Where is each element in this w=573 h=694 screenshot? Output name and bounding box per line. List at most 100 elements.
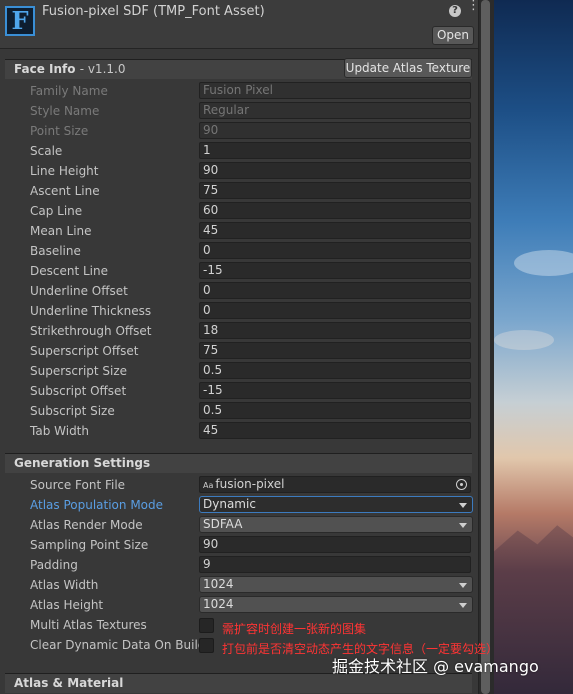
asset-title: Fusion-pixel SDF (TMP_Font Asset) [42,4,265,19]
clear-dynamic-data-checkbox[interactable] [199,638,214,653]
object-picker-icon[interactable] [456,479,467,490]
property-row-superscript-size: Superscript Size 0.5 [0,361,478,381]
property-row-cap-line: Cap Line 60 [0,201,478,221]
source-font-file-field[interactable]: Aa fusion-pixel [199,476,471,493]
property-row-subscript-size: Subscript Size 0.5 [0,401,478,421]
chevron-down-icon [459,603,467,608]
property-row-sampling-point-size: Sampling Point Size 90 [0,535,478,555]
clear-dynamic-data-label: Clear Dynamic Data On Build [30,638,206,652]
chevron-down-icon [459,523,467,528]
property-row-underline-offset: Underline Offset 0 [0,281,478,301]
property-row-style-name: Style Name Regular [0,101,478,121]
multi-atlas-textures-checkbox[interactable] [199,618,214,633]
property-row-subscript-offset: Subscript Offset -15 [0,381,478,401]
cap-line-field[interactable]: 60 [199,202,471,219]
help-icon[interactable]: ? [449,5,461,17]
generation-settings-title: Generation Settings [14,456,151,470]
scale-field[interactable]: 1 [199,142,471,159]
padding-label: Padding [30,558,78,572]
atlas-render-mode-label: Atlas Render Mode [30,518,143,532]
tab-width-label: Tab Width [30,424,89,438]
multi-atlas-annotation: 需扩容时创建一张新的图集 [222,622,367,636]
underline-offset-label: Underline Offset [30,284,128,298]
source-font-file-value: fusion-pixel [215,477,285,491]
underline-offset-field[interactable]: 0 [199,282,471,299]
atlas-width-label: Atlas Width [30,578,99,592]
line-height-field[interactable]: 90 [199,162,471,179]
property-row-scale: Scale 1 [0,141,478,161]
subscript-offset-label: Subscript Offset [30,384,127,398]
property-row-baseline: Baseline 0 [0,241,478,261]
atlas-width-dropdown[interactable]: 1024 [199,576,473,593]
sampling-point-size-field[interactable]: 90 [199,536,471,553]
scene-view-background [494,0,573,694]
subscript-offset-field[interactable]: -15 [199,382,471,399]
property-row-mean-line: Mean Line 45 [0,221,478,241]
property-row-atlas-population-mode: Atlas Population Mode Dynamic [0,495,478,515]
underline-thickness-label: Underline Thickness [30,304,152,318]
scale-label: Scale [30,144,63,158]
cloud [494,330,554,350]
generation-settings-header[interactable]: Generation Settings [5,453,472,473]
chevron-down-icon [459,503,467,508]
family-name-label: Family Name [30,84,108,98]
property-row-strikethrough-offset: Strikethrough Offset 18 [0,321,478,341]
font-asset-icon: F [5,6,35,36]
atlas-population-mode-label: Atlas Population Mode [30,498,164,512]
property-row-padding: Padding 9 [0,555,478,575]
descent-line-field[interactable]: -15 [199,262,471,279]
padding-field[interactable]: 9 [199,556,471,573]
tab-width-field[interactable]: 45 [199,422,471,439]
property-row-superscript-offset: Superscript Offset 75 [0,341,478,361]
point-size-field: 90 [199,122,471,139]
atlas-render-mode-value: SDFAA [203,517,243,531]
strikethrough-offset-label: Strikethrough Offset [30,324,152,338]
superscript-offset-field[interactable]: 75 [199,342,471,359]
style-name-label: Style Name [30,104,100,118]
open-button[interactable]: Open [432,26,474,45]
face-info-title: Face Info [14,62,76,76]
chevron-down-icon [459,583,467,588]
baseline-label: Baseline [30,244,81,258]
property-row-line-height: Line Height 90 [0,161,478,181]
baseline-field[interactable]: 0 [199,242,471,259]
inspector-header: F Fusion-pixel SDF (TMP_Font Asset) ? ⋮ … [0,0,478,49]
atlas-material-title: Atlas & Material [14,676,124,690]
subscript-size-label: Subscript Size [30,404,115,418]
watermark: 掘金技术社区 @ evamango [332,657,539,676]
cloud [514,250,573,276]
property-row-family-name: Family Name Fusion Pixel [0,81,478,101]
strikethrough-offset-field[interactable]: 18 [199,322,471,339]
font-asset-icon-small: Aa [203,481,214,490]
ascent-line-field[interactable]: 75 [199,182,471,199]
sampling-point-size-label: Sampling Point Size [30,538,149,552]
superscript-size-field[interactable]: 0.5 [199,362,471,379]
scrollbar-thumb[interactable] [481,0,490,694]
mean-line-field[interactable]: 45 [199,222,471,239]
underline-thickness-field[interactable]: 0 [199,302,471,319]
atlas-height-value: 1024 [203,597,234,611]
property-row-atlas-render-mode: Atlas Render Mode SDFAA [0,515,478,535]
inspector-panel: F Fusion-pixel SDF (TMP_Font Asset) ? ⋮ … [0,0,478,694]
atlas-population-mode-value: Dynamic [203,497,256,511]
property-row-source-font-file: Source Font File Aa fusion-pixel [0,475,478,495]
property-row-atlas-height: Atlas Height 1024 [0,595,478,615]
update-atlas-texture-button[interactable]: Update Atlas Texture [344,58,472,78]
ascent-line-label: Ascent Line [30,184,100,198]
style-name-field: Regular [199,102,471,119]
point-size-label: Point Size [30,124,89,138]
face-info-version: - v1.1.0 [79,62,126,76]
descent-line-label: Descent Line [30,264,108,278]
property-row-tab-width: Tab Width 45 [0,421,478,441]
atlas-height-dropdown[interactable]: 1024 [199,596,473,613]
more-options-icon[interactable]: ⋮ [467,0,478,12]
atlas-render-mode-dropdown[interactable]: SDFAA [199,516,473,533]
property-row-atlas-width: Atlas Width 1024 [0,575,478,595]
source-font-file-label: Source Font File [30,478,126,492]
property-row-underline-thickness: Underline Thickness 0 [0,301,478,321]
subscript-size-field[interactable]: 0.5 [199,402,471,419]
atlas-height-label: Atlas Height [30,598,104,612]
multi-atlas-textures-label: Multi Atlas Textures [30,618,147,632]
atlas-population-mode-dropdown[interactable]: Dynamic [199,496,473,513]
property-row-ascent-line: Ascent Line 75 [0,181,478,201]
